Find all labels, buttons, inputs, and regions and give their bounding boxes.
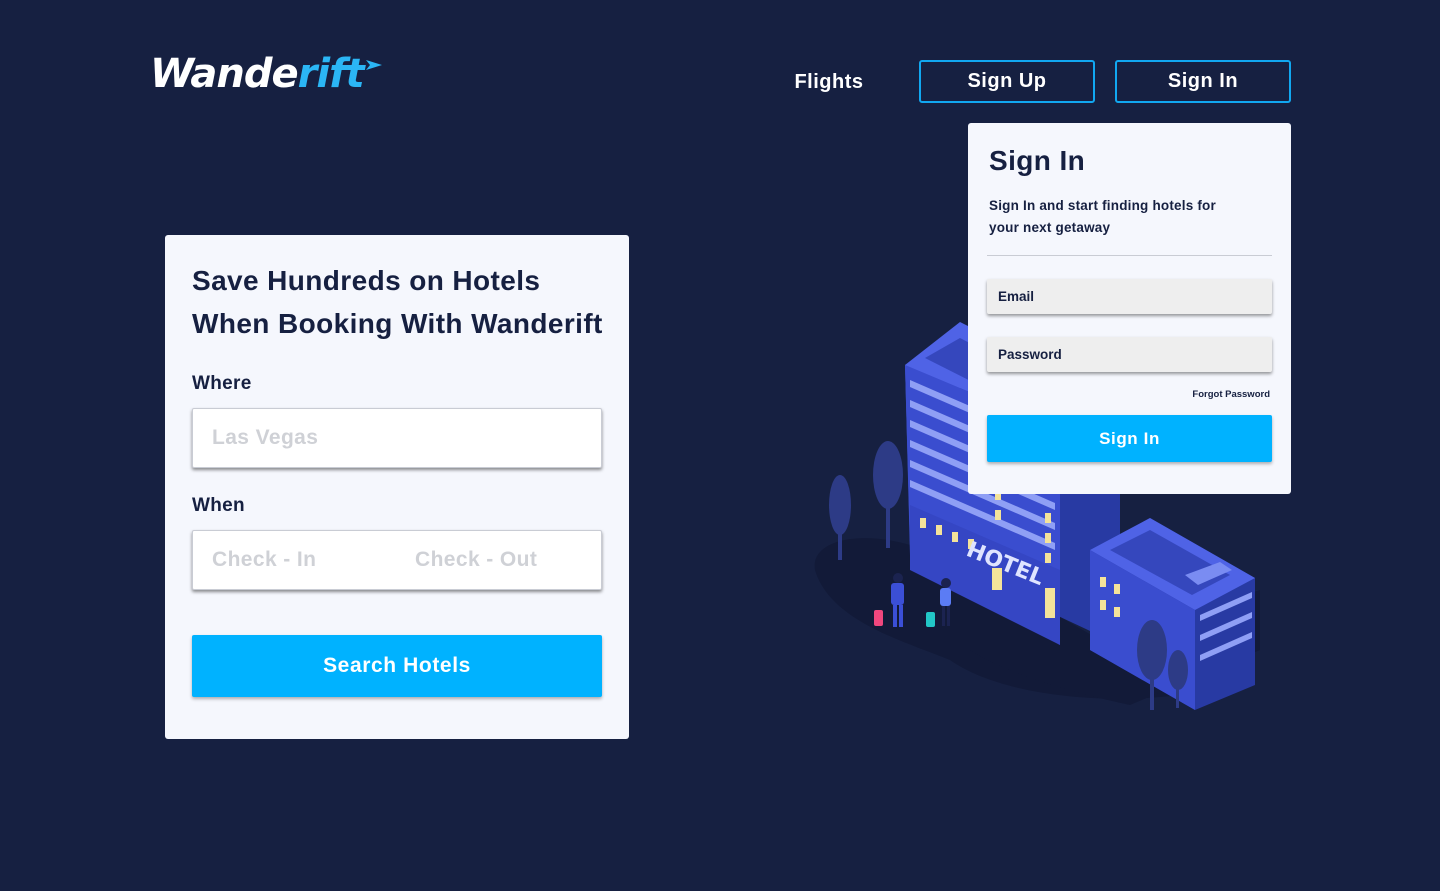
logo-text-main: Wande [150, 51, 299, 97]
plane-arrow-icon [365, 60, 382, 70]
forgot-password-link[interactable]: Forgot Password [1192, 389, 1270, 400]
tree-left-2 [873, 441, 903, 548]
search-card-title: Save Hundreds on Hotels When Booking Wit… [192, 259, 612, 345]
password-field [987, 337, 1272, 372]
sign-in-subtitle: Sign In and start finding hotels for you… [989, 198, 1216, 235]
sign-up-button[interactable]: Sign Up [919, 60, 1095, 103]
where-field [192, 408, 602, 468]
check-in-input[interactable] [193, 531, 396, 589]
date-range-field [192, 530, 602, 590]
when-label: When [192, 495, 245, 516]
sign-in-divider [987, 255, 1272, 256]
nav-sign-in-button[interactable]: Sign In [1115, 60, 1291, 103]
sign-in-title: Sign In [989, 145, 1086, 176]
check-out-input[interactable] [396, 531, 601, 589]
sign-in-submit-button[interactable]: Sign In [987, 415, 1272, 462]
nav-flights-link[interactable]: Flights [776, 62, 882, 102]
search-hotels-button[interactable]: Search Hotels [192, 635, 602, 697]
logo-text-accent: rift [297, 51, 365, 97]
hotel-search-card: Save Hundreds on Hotels When Booking Wit… [165, 235, 629, 739]
email-input[interactable] [987, 279, 1272, 314]
where-label: Where [192, 373, 252, 394]
password-input[interactable] [987, 337, 1272, 372]
search-title-line-2: When Booking With Wanderift [192, 308, 603, 339]
email-field [987, 279, 1272, 314]
sign-in-card: Sign In Sign In and start finding hotels… [968, 123, 1291, 494]
wanderift-logo[interactable]: Wande rift [150, 50, 382, 98]
search-title-line-1: Save Hundreds on Hotels [192, 265, 541, 296]
where-input[interactable] [193, 409, 601, 467]
